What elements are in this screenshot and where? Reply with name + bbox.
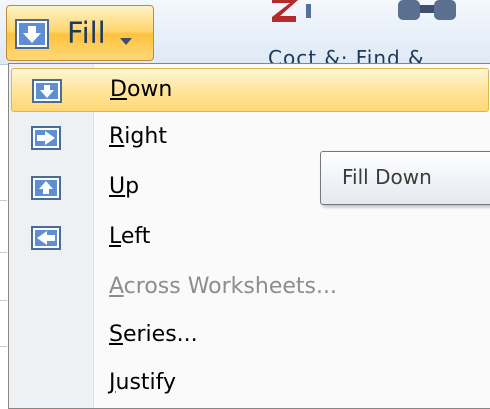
fill-down-icon [15,19,49,53]
tooltip: Fill Down [320,151,490,205]
menu-item-label: Across Worksheets... [109,274,337,299]
fill-menu: Down Right Up Left Across Worksheets... … [8,63,490,409]
menu-item-justify[interactable]: Justify [11,362,489,406]
menu-item-series[interactable]: Series... [11,314,489,358]
chevron-down-icon [120,31,132,50]
fill-right-icon [31,126,61,154]
fill-button[interactable]: Fill [6,5,154,61]
fill-button-label: Fill [67,16,106,50]
ribbon: Fill Coct &· Find & [0,0,490,70]
sort-filter-icon[interactable] [272,0,320,26]
sheet-gridline [0,300,7,301]
sheet-gridline [0,346,7,347]
menu-item-label: Justify [109,370,177,395]
menu-item-down[interactable]: Down [11,68,489,112]
fill-left-icon [31,226,61,254]
sheet-gridline [0,252,7,253]
menu-item-label: Up [109,174,140,199]
find-select-icon[interactable] [398,0,468,28]
menu-item-label: Down [110,77,173,102]
menu-item-across-worksheets: Across Worksheets... [11,266,489,310]
fill-down-icon [32,79,62,107]
sheet-gridline [0,200,7,201]
menu-item-label: Right [109,124,167,149]
menu-item-left[interactable]: Left [11,216,489,260]
fill-up-icon [31,176,61,204]
menu-item-label: Series... [109,322,198,347]
menu-item-label: Left [109,224,151,249]
tooltip-text: Fill Down [342,165,432,189]
